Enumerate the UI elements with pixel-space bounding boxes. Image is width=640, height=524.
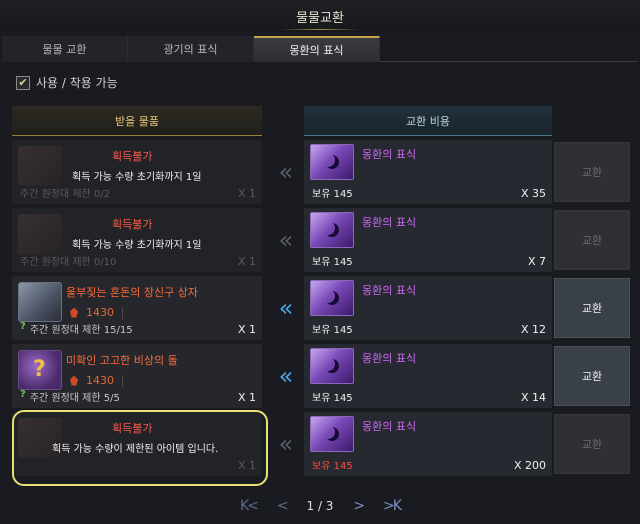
cost-cell: 몽환의 표식 보유 145 X 14	[304, 344, 552, 408]
exchange-row: ? 미확인 고고한 비상의 돌 1430 ? 주간 원정대 제한 5/5 X 1…	[12, 344, 632, 408]
tab-bar: 물물 교환 광기의 표식 몽환의 표식	[2, 36, 638, 62]
receive-quantity: X 1	[237, 255, 256, 268]
chevron-left-icon: «	[278, 294, 294, 322]
chest-icon	[18, 282, 62, 322]
exchange-button[interactable]: 교환	[554, 346, 630, 406]
reset-tooltip: 획득 가능 수량 초기화까지 1일	[72, 172, 202, 183]
price-value: 1430	[86, 306, 114, 319]
first-page-button[interactable]: K<	[240, 498, 259, 514]
exchange-row: 울부짖는 혼돈의 장신구 상자 1430 ? 주간 원정대 제한 15/15 X…	[12, 276, 632, 340]
receive-item-cell: 울부짖는 혼돈의 장신구 상자 1430 ? 주간 원정대 제한 15/15 X…	[12, 276, 262, 340]
last-page-button[interactable]: >K	[383, 498, 402, 514]
dream-mark-icon	[310, 348, 354, 384]
dream-mark-icon	[310, 416, 354, 452]
receive-item-cell: 획득불가 획득 가능 수량 초기화까지 1일 주간 원정대 제한 0/2 X 1	[12, 140, 262, 204]
exchange-button[interactable]: 교환	[554, 414, 630, 474]
cost-item-name: 몽환의 표식	[362, 148, 417, 161]
owned-count: 보유 145	[312, 461, 353, 472]
item-name: 미확인 고고한 비상의 돌	[66, 354, 178, 367]
cost-quantity: X 14	[520, 391, 546, 404]
cost-item-name: 몽환의 표식	[362, 216, 417, 229]
receive-quantity: X 1	[237, 391, 256, 404]
cost-cell: 몽환의 표식 보유 145 X 12	[304, 276, 552, 340]
receive-quantity: X 1	[237, 187, 256, 200]
exchange-button[interactable]: 교환	[554, 278, 630, 338]
cost-quantity: X 12	[520, 323, 546, 336]
chest-icon	[18, 146, 62, 186]
dream-mark-icon	[310, 144, 354, 180]
dream-mark-icon	[310, 212, 354, 248]
exchange-button[interactable]: 교환	[554, 210, 630, 270]
exchange-row: 획득불가 획득 가능 수량이 제한된 아이템 입니다. X 1 « 몽환의 표식…	[12, 412, 632, 476]
chevron-left-icon: «	[278, 158, 294, 186]
prev-page-button[interactable]: <	[277, 498, 289, 514]
weekly-limit: ? 주간 원정대 제한 15/15	[20, 321, 133, 336]
cost-cell: 몽환의 표식 보유 145 X 7	[304, 208, 552, 272]
help-icon[interactable]: ?	[20, 389, 26, 404]
price-line: 1430	[70, 306, 123, 319]
cost-item-name: 몽환의 표식	[362, 420, 417, 433]
tab-barter[interactable]: 물물 교환	[2, 36, 128, 62]
next-page-button[interactable]: >	[353, 498, 365, 514]
limit-tooltip: 획득 가능 수량이 제한된 아이템 입니다.	[52, 444, 219, 455]
cost-quantity: X 200	[513, 459, 546, 472]
receive-quantity: X 1	[237, 323, 256, 336]
owned-count: 보유 145	[312, 257, 353, 268]
unavailable-label: 획득불가	[112, 422, 153, 435]
unavailable-label: 획득불가	[112, 150, 153, 163]
weekly-limit-label: 주간 원정대 제한 5/5	[29, 393, 120, 404]
gold-icon	[70, 375, 78, 386]
receive-item-cell: 획득불가 획득 가능 수량이 제한된 아이템 입니다. X 1	[12, 412, 262, 476]
usable-filter-label: 사용 / 착용 가능	[36, 76, 118, 90]
exchange-row: 획득불가 획득 가능 수량 초기화까지 1일 주간 원정대 제한 0/2 X 1…	[12, 140, 632, 204]
pagination: K< < 1 / 3 > >K	[240, 496, 402, 516]
barter-window: 물물교환 물물 교환 광기의 표식 몽환의 표식 ✔ 사용 / 착용 가능 받을…	[0, 0, 640, 524]
owned-count: 보유 145	[312, 189, 353, 200]
cost-cell: 몽환의 표식 보유 145 X 35	[304, 140, 552, 204]
gold-icon	[70, 307, 78, 318]
weekly-limit: 주간 원정대 제한 0/10	[20, 257, 117, 268]
receive-quantity: X 1	[237, 459, 256, 472]
price-value: 1430	[86, 374, 114, 387]
weekly-limit-label: 주간 원정대 제한 15/15	[29, 325, 133, 336]
unidentified-mark: ?	[33, 357, 46, 382]
exchange-row: 획득불가 획득 가능 수량 초기화까지 1일 주간 원정대 제한 0/10 X …	[12, 208, 632, 272]
unavailable-label: 획득불가	[112, 218, 153, 231]
weekly-limit: ? 주간 원정대 제한 5/5	[20, 389, 120, 404]
item-name: 울부짖는 혼돈의 장신구 상자	[66, 286, 198, 299]
cost-quantity: X 35	[520, 187, 546, 200]
owned-count: 보유 145	[312, 393, 353, 404]
tab-madness-mark[interactable]: 광기의 표식	[128, 36, 254, 62]
tab-dream-mark[interactable]: 몽환의 표식	[254, 36, 380, 62]
chevron-left-icon: «	[278, 430, 294, 458]
window-title: 물물교환	[0, 0, 640, 32]
receive-item-cell: 획득불가 획득 가능 수량 초기화까지 1일 주간 원정대 제한 0/10 X …	[12, 208, 262, 272]
chevron-left-icon: «	[278, 362, 294, 390]
help-icon[interactable]: ?	[20, 321, 26, 336]
divider	[122, 306, 123, 319]
usable-filter[interactable]: ✔ 사용 / 착용 가능	[16, 74, 118, 91]
page-indicator: 1 / 3	[306, 499, 334, 513]
usable-filter-checkbox[interactable]: ✔	[16, 75, 30, 90]
reset-tooltip: 획득 가능 수량 초기화까지 1일	[72, 240, 202, 251]
chevron-left-icon: «	[278, 226, 294, 254]
price-line: 1430	[70, 374, 123, 387]
chest-icon	[18, 214, 62, 254]
exchange-button[interactable]: 교환	[554, 142, 630, 202]
cost-column-header: 교환 비용	[304, 106, 552, 136]
receive-item-cell: ? 미확인 고고한 비상의 돌 1430 ? 주간 원정대 제한 5/5 X 1	[12, 344, 262, 408]
dream-mark-icon	[310, 280, 354, 316]
owned-count: 보유 145	[312, 325, 353, 336]
cost-item-name: 몽환의 표식	[362, 352, 417, 365]
divider	[122, 374, 123, 387]
stone-icon: ?	[18, 350, 62, 390]
cost-quantity: X 7	[527, 255, 546, 268]
cost-item-name: 몽환의 표식	[362, 284, 417, 297]
receive-column-header: 받을 물품	[12, 106, 262, 136]
cost-cell: 몽환의 표식 보유 145 X 200	[304, 412, 552, 476]
weekly-limit: 주간 원정대 제한 0/2	[20, 189, 111, 200]
